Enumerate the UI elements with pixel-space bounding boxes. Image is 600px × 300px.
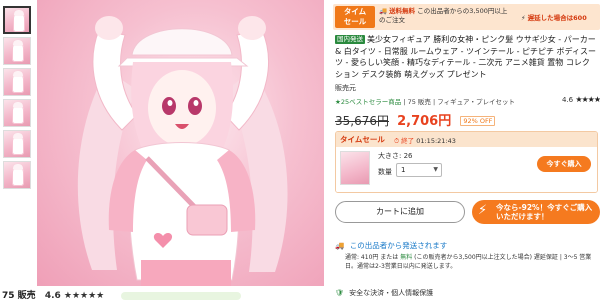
- shipping-detail-prefix: 通常: 410円 または: [345, 254, 399, 261]
- figure-icon: [12, 71, 24, 93]
- image-footer-strip: 75 販売 4.6 ★★★★★: [2, 288, 332, 300]
- timesale-label: タイムセール: [340, 135, 385, 144]
- quantity-select[interactable]: 1 ▼: [396, 163, 442, 177]
- timer-value: 01:15:21:43: [416, 137, 456, 145]
- timesale-box-body: 大きさ: 26 数量 1 ▼ 今すぐ購入: [336, 147, 597, 192]
- thumbnail-strip: [0, 0, 34, 300]
- figure-icon: [12, 40, 24, 62]
- seller-chip: [121, 291, 242, 300]
- figure-icon: [13, 10, 25, 32]
- sales-count: | 75 販売: [403, 98, 431, 106]
- free-shipping-label: 送料無料: [389, 7, 416, 15]
- product-title-text: 美少女フィギュア 勝利の女神・ピンク髪 ウサギ少女 - パーカー & 白タイツ …: [335, 35, 596, 79]
- shield-icon: 🛡: [335, 289, 344, 297]
- timesale-box: タイムセール ⏱ 終了 01:15:21:43 大きさ: 26 数量 1 ▼ 今…: [335, 131, 598, 193]
- timer-prefix: ⏱ 終了: [394, 137, 415, 145]
- thumbnail-1[interactable]: [3, 6, 31, 34]
- countdown-timer: ⏱ 終了 01:15:21:43: [394, 135, 456, 146]
- product-meta-row: ★25ベストセラー商品 | 75 販売 | フィギュア・プレイセット 4.6 ★…: [335, 95, 600, 108]
- thumbnail-6[interactable]: [3, 161, 31, 189]
- shipping-free-label: 無料: [400, 254, 413, 261]
- lightning-icon: ⚡: [478, 203, 488, 218]
- figure-icon: [12, 102, 24, 124]
- shipping-heading[interactable]: 🚚 この出品者から発送されます: [335, 240, 447, 251]
- figure-icon: [12, 133, 24, 155]
- truck-icon: 🚚: [335, 241, 345, 250]
- delay-guarantee-note: ⚡ 遅延した場合は600: [521, 12, 600, 22]
- category-link[interactable]: フィギュア・プレイセット: [437, 98, 515, 106]
- truck-icon: 🚚: [379, 7, 388, 15]
- main-product-image[interactable]: [37, 0, 324, 286]
- rating[interactable]: 4.6 ★★★★: [562, 95, 600, 104]
- bestseller-label[interactable]: ★25ベストセラー商品: [335, 98, 401, 106]
- thumbnail-5[interactable]: [3, 130, 31, 158]
- free-shipping-note: 🚚 送料無料 この出品者からの3,500円以上のご注文: [379, 7, 511, 25]
- price-row: 35,676円 2,706円 92% OFF: [335, 110, 496, 129]
- delay-guarantee-text: 遅延した場合は600: [527, 14, 587, 22]
- sale-price: 2,706円: [397, 114, 452, 129]
- timesale-box-header: タイムセール ⏱ 終了 01:15:21:43: [336, 132, 597, 147]
- quantity-value: 1: [401, 166, 406, 174]
- star-icons: ★★★★: [575, 95, 600, 104]
- thumbnail-4[interactable]: [3, 99, 31, 127]
- lightning-icon: ⚡: [521, 14, 526, 22]
- timesale-banner: タイム セール 🚚 送料無料 この出品者からの3,500円以上のご注文 ⚡ 遅延し…: [333, 4, 600, 30]
- shipping-heading-text: この出品者から発送されます: [349, 241, 448, 250]
- rating-value: 4.6: [561, 96, 574, 104]
- thumbnail-2[interactable]: [3, 37, 31, 65]
- quantity-label: 数量: [378, 168, 392, 176]
- promo-buy-button[interactable]: ⚡ 今なら-92%！今すぐご購入いただけます！: [472, 200, 600, 224]
- product-info-panel: タイム セール 🚚 送料無料 この出品者からの3,500円以上のご注文 ⚡ 遅延し…: [333, 0, 600, 300]
- promo-button-label: 今なら-92%！今すぐご購入いただけます！: [496, 203, 593, 221]
- rating-summary: 4.6 ★★★★★: [44, 291, 105, 300]
- anime-figure-illustration: [77, 16, 288, 286]
- domestic-shipping-badge: 国内発送: [335, 35, 365, 44]
- discount-badge: 92% OFF: [460, 116, 496, 126]
- variant-thumbnail[interactable]: [340, 151, 370, 185]
- secure-payment-note[interactable]: 🛡 安全な決済・個人情報保護: [335, 288, 433, 298]
- product-title: 国内発送 美少女フィギュア 勝利の女神・ピンク髪 ウサギ少女 - パーカー & 白…: [335, 34, 597, 80]
- seller-link[interactable]: 販売元: [335, 83, 356, 93]
- secure-payment-text: 安全な決済・個人情報保護: [349, 289, 434, 297]
- figure-icon: [12, 164, 24, 186]
- chevron-down-icon: ▼: [433, 166, 438, 173]
- buy-now-button[interactable]: 今すぐ購入: [537, 156, 591, 172]
- shipping-detail: 通常: 410円 または 無料 (この販売者から3,500円以上注文した場合) …: [345, 253, 599, 271]
- original-price: 35,676円: [335, 114, 389, 128]
- thumbnail-3[interactable]: [3, 68, 31, 96]
- add-to-cart-button[interactable]: カートに追加: [335, 201, 465, 223]
- size-label: 大きさ: 26: [378, 152, 413, 160]
- timesale-badge: タイム セール: [335, 6, 375, 28]
- sold-count: 75 販売: [2, 291, 36, 300]
